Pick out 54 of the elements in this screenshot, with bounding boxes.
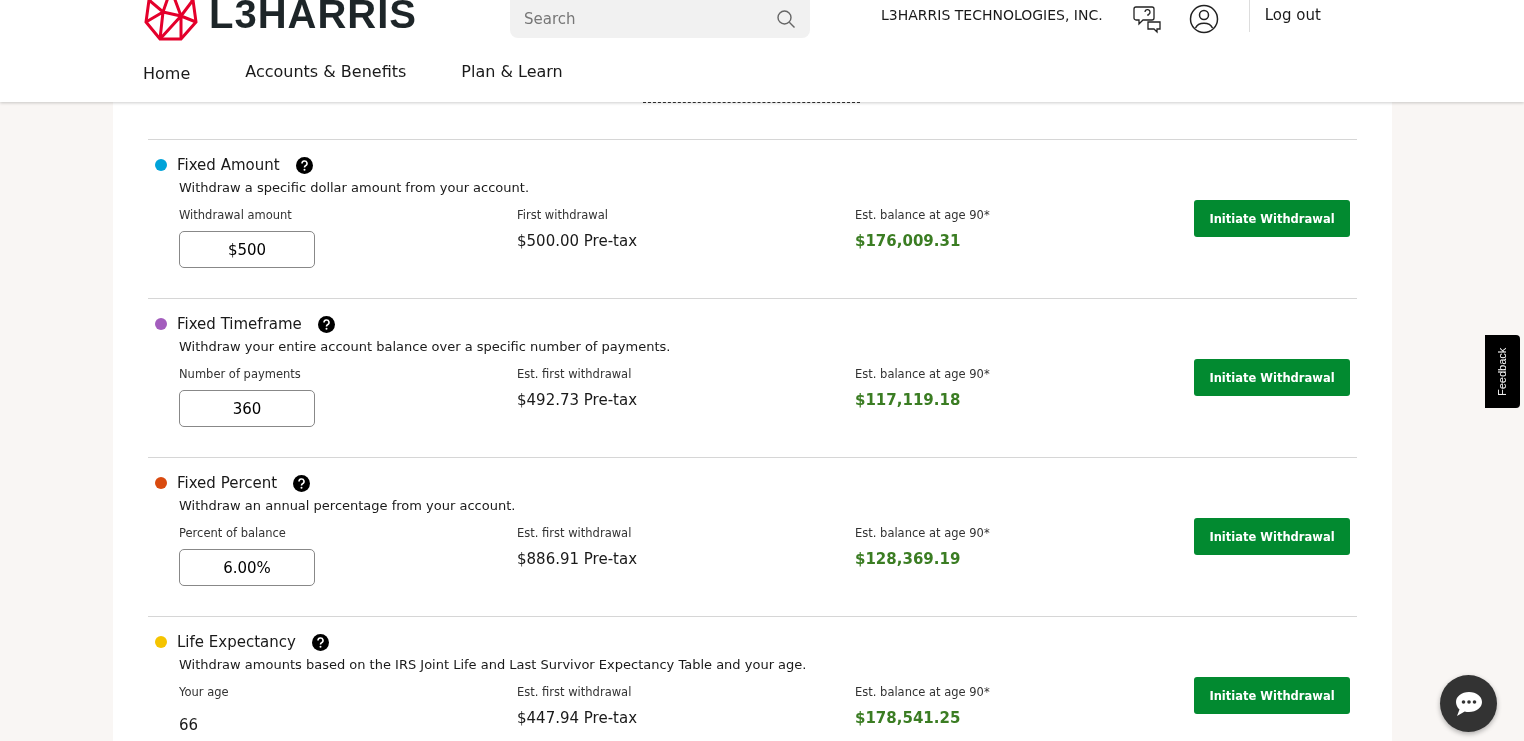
initiate-withdrawal-button[interactable]: Initiate Withdrawal xyxy=(1194,359,1350,396)
option-description: Withdraw amounts based on the IRS Joint Life and Last Survivor Expectancy Table and your age. xyxy=(179,657,808,672)
option-title: Fixed Percent xyxy=(177,474,278,492)
input-label: Withdrawal amount xyxy=(179,208,293,222)
input-field[interactable]: 6.00% xyxy=(179,549,315,586)
account-icon[interactable] xyxy=(1188,4,1219,34)
first-withdrawal-label: Est. first withdrawal xyxy=(517,526,633,540)
option-title: Life Expectancy xyxy=(177,633,296,651)
balance-label: Est. balance at age 90* xyxy=(855,685,991,699)
input-label: Your age xyxy=(179,685,230,699)
search-icon xyxy=(776,9,796,29)
help-icon[interactable] xyxy=(317,315,335,333)
help-icon[interactable] xyxy=(311,633,329,651)
first-withdrawal-value: $492.73 Pre-tax xyxy=(517,391,638,409)
balance-value: $176,009.31 xyxy=(855,232,962,250)
option-title: Fixed Amount xyxy=(177,156,280,174)
input-field[interactable]: 360 xyxy=(179,390,315,427)
first-withdrawal-label: Est. first withdrawal xyxy=(517,685,633,699)
chat-button[interactable] xyxy=(1440,675,1497,732)
initiate-withdrawal-button[interactable]: Initiate Withdrawal xyxy=(1194,518,1350,555)
option-title: Fixed Timeframe xyxy=(177,315,302,333)
logo-icon xyxy=(143,0,199,42)
feedback-tab[interactable]: Feedback xyxy=(1485,335,1520,408)
first-withdrawal-value: $500.00 Pre-tax xyxy=(517,232,638,250)
first-withdrawal-label: Est. first withdrawal xyxy=(517,367,633,381)
balance-value: $128,369.19 xyxy=(855,550,962,568)
chat-bubble-icon xyxy=(1453,689,1484,718)
logo-text: L3HARRIS xyxy=(209,0,418,37)
balance-value: $117,119.18 xyxy=(855,391,962,409)
nav-item[interactable]: Plan & Learn xyxy=(461,62,563,83)
initiate-withdrawal-button[interactable]: Initiate Withdrawal xyxy=(1194,677,1350,714)
balance-value: $178,541.25 xyxy=(855,709,962,727)
search-field[interactable]: Search xyxy=(510,0,810,38)
help-chat-icon[interactable] xyxy=(1132,4,1163,34)
nav-item[interactable]: Accounts & Benefits xyxy=(245,62,407,83)
balance-label: Est. balance at age 90* xyxy=(855,208,991,222)
option-description: Withdraw a specific dollar amount from your account. xyxy=(179,180,531,195)
help-icon[interactable] xyxy=(293,474,311,492)
nav-item[interactable]: Home xyxy=(143,64,191,83)
input-value: 66 xyxy=(179,716,200,734)
first-withdrawal-value: $447.94 Pre-tax xyxy=(517,709,638,727)
balance-label: Est. balance at age 90* xyxy=(855,526,991,540)
initiate-withdrawal-button[interactable]: Initiate Withdrawal xyxy=(1194,200,1350,237)
company-name: L3HARRIS TECHNOLOGIES, INC. xyxy=(881,7,1103,23)
help-icon[interactable] xyxy=(295,156,313,174)
input-field[interactable]: $500 xyxy=(179,231,315,268)
first-withdrawal-value: $886.91 Pre-tax xyxy=(517,550,638,568)
balance-label: Est. balance at age 90* xyxy=(855,367,991,381)
first-withdrawal-label: First withdrawal xyxy=(517,208,609,222)
option-description: Withdraw an annual percentage from your account. xyxy=(179,498,517,513)
input-label: Percent of balance xyxy=(179,526,287,540)
input-label: Number of payments xyxy=(179,367,302,381)
logout-link[interactable]: Log out xyxy=(1264,6,1321,24)
option-description: Withdraw your entire account balance over a specific number of payments. xyxy=(179,339,672,354)
